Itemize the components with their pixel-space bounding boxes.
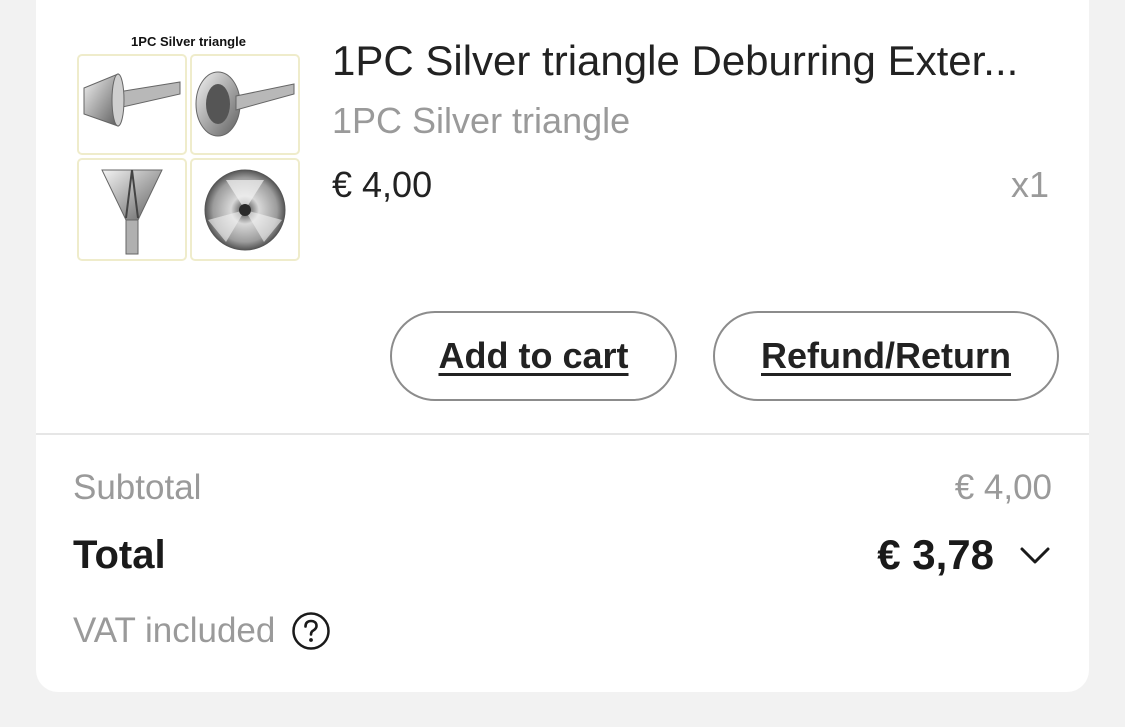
chevron-down-icon[interactable] (1018, 538, 1052, 572)
subtotal-value: € 4,00 (954, 468, 1052, 507)
subtotal-label: Subtotal (73, 468, 202, 507)
refund-return-button[interactable]: Refund/Return (713, 311, 1059, 401)
product-image (77, 54, 300, 261)
thumbnail-caption: 1PC Silver triangle (131, 34, 246, 49)
total-expand-toggle[interactable]: € 3,78 (877, 531, 1052, 579)
add-to-cart-button[interactable]: Add to cart (390, 311, 677, 401)
order-item-card: 1PC Silver triangle 1PC Silver triangle … (36, 0, 1089, 692)
help-icon[interactable] (291, 611, 331, 651)
vat-label: VAT included (73, 611, 276, 650)
product-quantity: x1 (1010, 164, 1049, 205)
total-label: Total (73, 533, 166, 577)
vat-note: VAT included (73, 611, 331, 651)
product-title[interactable]: 1PC Silver triangle Deburring Exter... (332, 37, 1052, 85)
product-variant: 1PC Silver triangle (332, 100, 631, 141)
product-thumbnail[interactable]: 1PC Silver triangle (76, 30, 301, 263)
divider (36, 433, 1089, 435)
product-price: € 4,00 (332, 164, 433, 205)
total-value: € 3,78 (877, 531, 994, 578)
